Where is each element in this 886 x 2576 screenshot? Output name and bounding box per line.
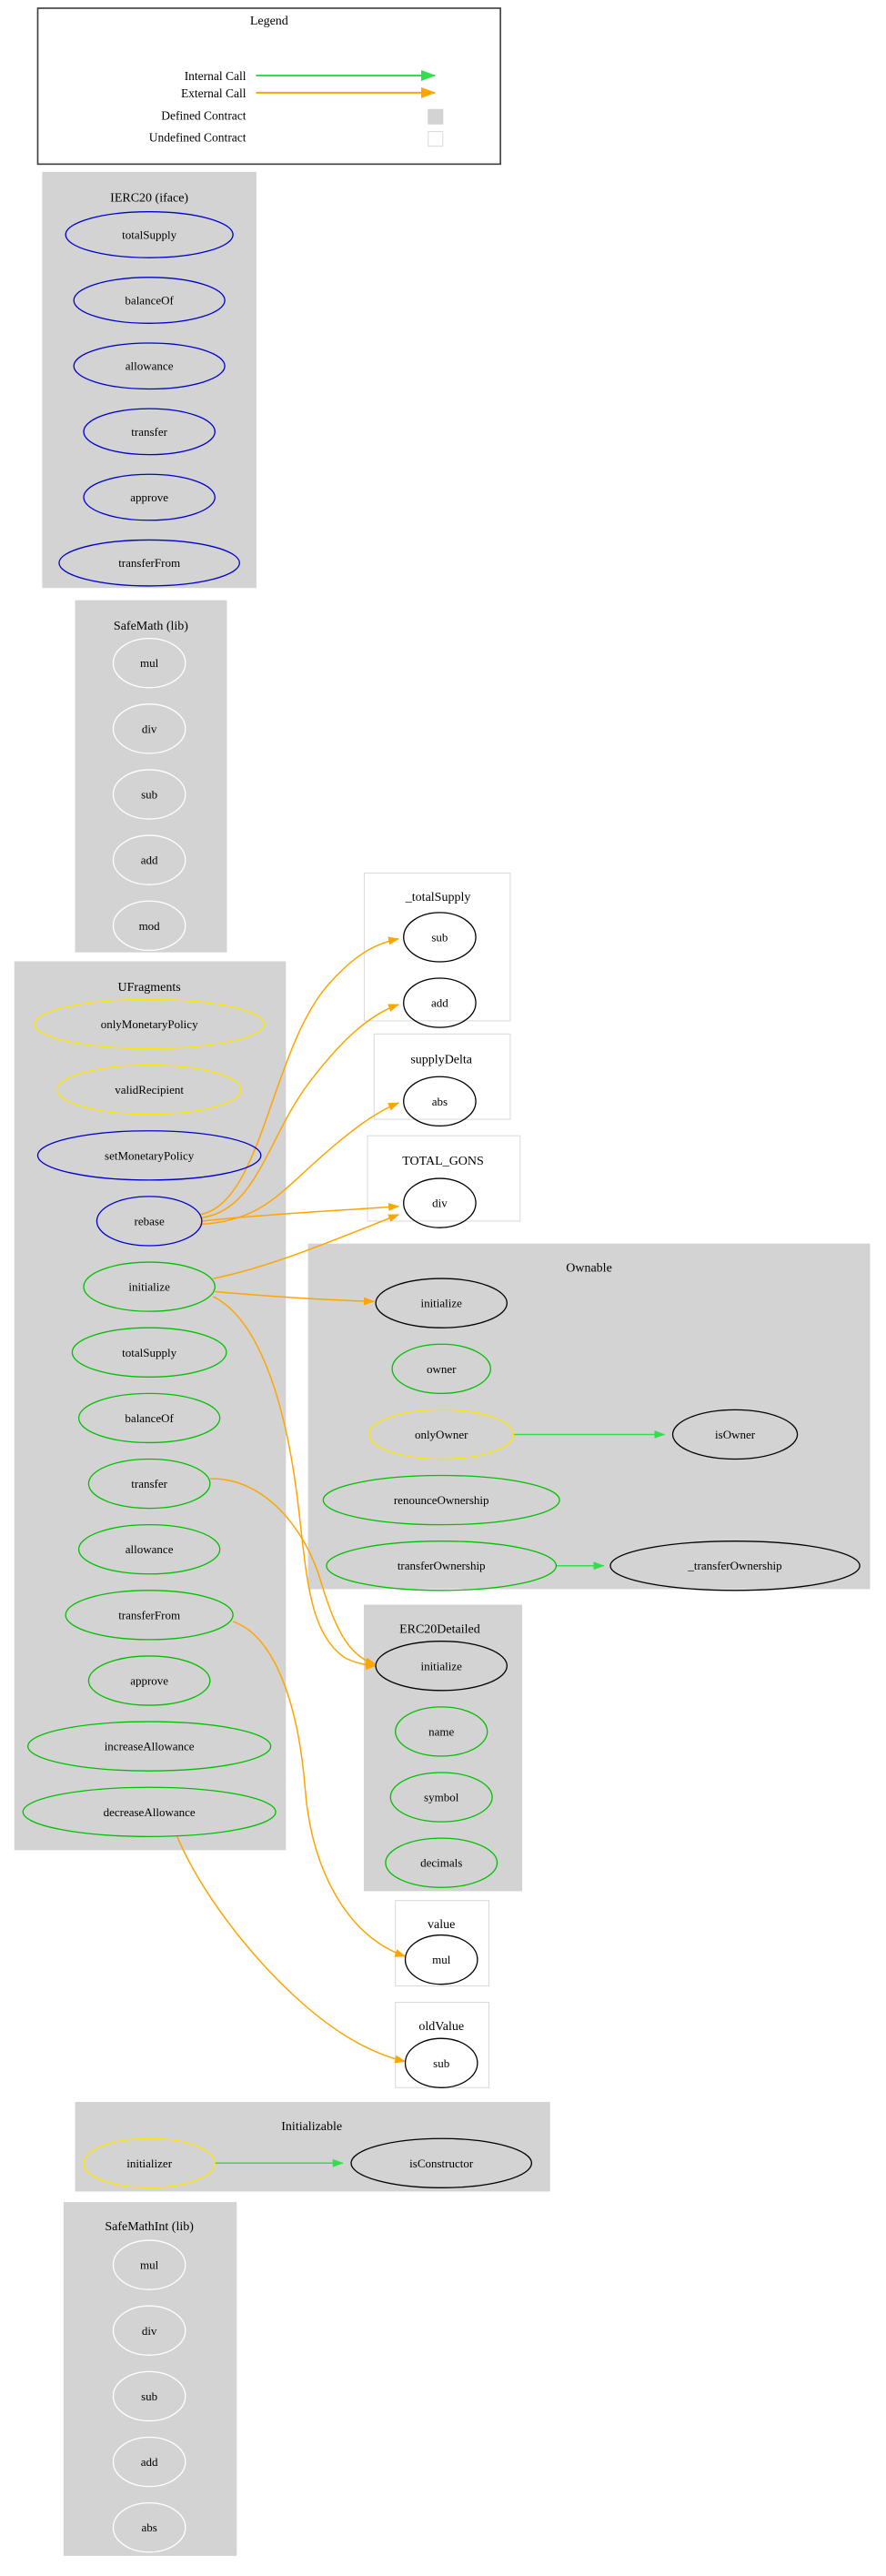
node-label: transfer [131,425,167,439]
legend-item-label: Defined Contract [161,108,247,122]
node-label: isConstructor [409,2157,474,2170]
cluster-label: supplyDelta [410,1053,472,1066]
legend: Legend Internal Call External Call Defined … [36,7,501,166]
node-label: transferFrom [118,556,180,570]
legend-item-label: External Call [181,86,247,100]
node-label: rebase [135,1214,165,1227]
cluster-label: ERC20Detailed [399,1622,480,1636]
cluster-erc20detailed: ERC20Detailed [363,1604,523,1892]
node-label: decimals [420,1856,462,1870]
node-label: symbol [424,1791,459,1804]
node-label: add [141,2455,158,2469]
node-label: _transferOwnership [687,1559,781,1572]
node-label: sub [141,787,157,801]
cluster-safemath: SafeMath (lib) [75,600,227,953]
cluster-label: Ownable [566,1261,612,1275]
node-label: div [432,1197,448,1210]
legend-title: Legend [250,15,288,28]
node-label: div [142,722,157,735]
node-label: mul [432,1953,451,1966]
node-label: totalSupply [122,1346,176,1359]
node-label: decreaseAllowance [104,1805,196,1819]
node-label: sub [433,2056,449,2070]
node-label: transfer [131,1477,167,1490]
node-label: validRecipient [115,1083,184,1096]
legend-item-label: Internal Call [185,69,247,83]
cluster-label: SafeMath (lib) [114,620,188,633]
node-label: balanceOf [125,1411,174,1425]
cluster-value: value [395,1900,490,1986]
node-label: approve [130,490,168,504]
node-label: initialize [420,1659,462,1672]
node-label: isOwner [715,1428,756,1441]
node-label: initialize [128,1280,170,1294]
cluster-background [75,2102,550,2192]
node-label: approve [130,1673,168,1687]
legend-swatch [428,131,444,147]
node-label: totalSupply [122,227,176,241]
node-label: div [142,2324,157,2338]
node-label: initializer [126,2157,172,2170]
cluster-label: TOTAL_GONS [402,1155,484,1168]
cluster-label: IERC20 (iface) [110,191,188,205]
node-label: mul [140,656,159,670]
node-label: renounceOwnership [394,1493,489,1507]
node-label: increaseAllowance [105,1740,195,1753]
node-label: sub [431,930,448,944]
node-label: allowance [126,1542,174,1556]
node-label: owner [427,1362,457,1376]
node-label: sub [141,2389,157,2403]
cluster-label: _totalSupply [405,891,471,904]
cluster-initializable: Initializable [75,2102,550,2192]
node-label: abs [141,2520,156,2534]
node-label: add [141,854,158,867]
cluster-background [395,1900,490,1986]
node-label: initialize [420,1297,462,1310]
cluster-label: UFragments [118,981,181,995]
cluster-label: Initializable [281,2120,342,2134]
cluster-label: SafeMathInt (lib) [105,2220,194,2234]
node-label: transferFrom [118,1608,180,1621]
node-label: abs [432,1095,448,1108]
legend-item-label: Undefined Contract [149,131,247,145]
node-label: onlyOwner [415,1428,468,1441]
call-graph-canvas: Legend Internal Call External Call Defined … [14,7,871,2556]
cluster-background [75,600,227,953]
node-label: setMonetaryPolicy [105,1148,195,1162]
node-label: onlyMonetaryPolicy [101,1017,198,1031]
node-label: mod [139,919,161,933]
node-label: transferOwnership [398,1559,486,1572]
cluster-label: value [428,1918,455,1932]
cluster-label: oldValue [418,2020,464,2034]
node-label: balanceOf [125,294,174,308]
node-label: add [431,996,448,1010]
node-label: mul [140,2258,159,2272]
node-label: name [428,1724,454,1738]
node-label: allowance [126,359,174,373]
legend-swatch [428,108,444,125]
cluster-background [363,1604,523,1892]
